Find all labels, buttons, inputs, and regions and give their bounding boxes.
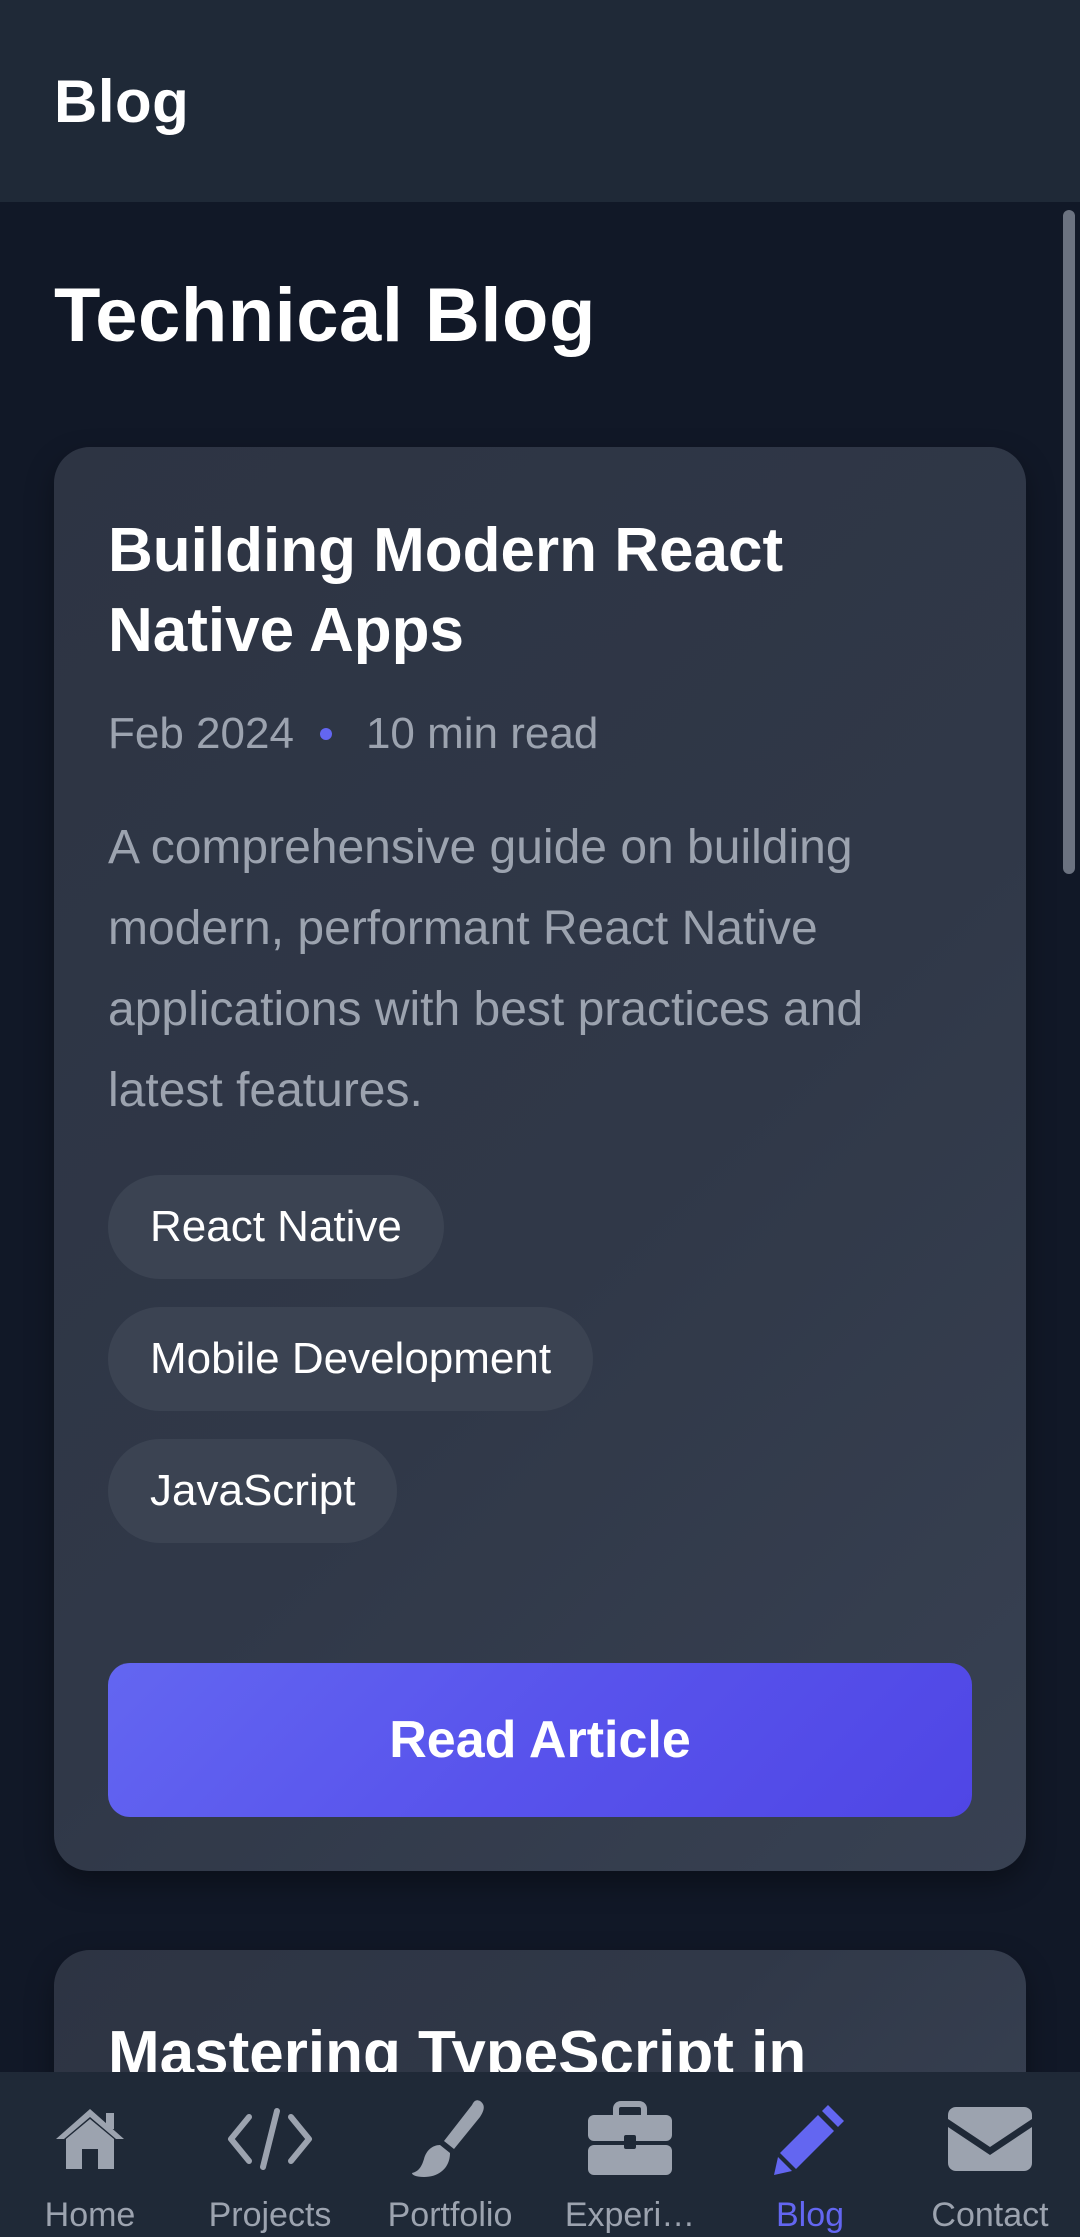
- post-date: Feb 2024: [108, 709, 294, 758]
- meta-separator-dot: [319, 728, 332, 740]
- tab-portfolio[interactable]: Portfolio: [360, 2072, 540, 2237]
- page-title: Technical Blog: [54, 273, 596, 358]
- home-icon: [40, 2094, 140, 2184]
- post-meta: Feb 2024 10 min read: [108, 709, 972, 759]
- read-article-button[interactable]: Read Article: [108, 1663, 972, 1817]
- app-header: Blog: [0, 0, 1080, 202]
- post-title: Mastering TypeScript in: [108, 2019, 807, 2072]
- app-screen: Blog Technical Blog Building Modern Reac…: [0, 0, 1080, 2237]
- tab-label: Blog: [775, 2196, 845, 2234]
- blog-content[interactable]: Technical Blog Building Modern React Nat…: [0, 202, 1080, 2072]
- pencil-icon: [760, 2094, 860, 2184]
- briefcase-icon: [580, 2094, 680, 2184]
- post-title: Building Modern React Native Apps: [108, 516, 784, 665]
- bottom-tab-bar: Home Projects Portfolio Experi… Blog Con…: [0, 2072, 1080, 2237]
- paintbrush-icon: [400, 2094, 500, 2184]
- tab-experience[interactable]: Experi…: [540, 2072, 720, 2237]
- tab-label: Portfolio: [387, 2196, 513, 2234]
- scrollbar[interactable]: [1063, 210, 1075, 874]
- tab-contact[interactable]: Contact: [900, 2072, 1080, 2237]
- tab-label: Projects: [208, 2196, 332, 2234]
- tag-chip: React Native: [108, 1175, 444, 1279]
- tab-blog[interactable]: Blog: [720, 2072, 900, 2237]
- post-description: A comprehensive guide on building modern…: [108, 821, 864, 1117]
- post-tags: React Native Mobile Development JavaScri…: [108, 1175, 972, 1543]
- tab-projects[interactable]: Projects: [180, 2072, 360, 2237]
- tab-label: Contact: [931, 2196, 1049, 2234]
- tab-label: Home: [44, 2196, 136, 2234]
- post-read-time: 10 min read: [365, 709, 599, 758]
- code-icon: [220, 2094, 320, 2184]
- tab-label: Experi…: [564, 2196, 696, 2234]
- blog-post-card: Building Modern React Native Apps Feb 20…: [54, 447, 1026, 1871]
- tag-chip: Mobile Development: [108, 1307, 594, 1411]
- tag-chip: JavaScript: [108, 1439, 398, 1543]
- envelope-icon: [940, 2094, 1040, 2184]
- header-title: Blog: [54, 67, 190, 135]
- blog-post-card: Mastering TypeScript in: [54, 1950, 1026, 2072]
- tab-home[interactable]: Home: [0, 2072, 180, 2237]
